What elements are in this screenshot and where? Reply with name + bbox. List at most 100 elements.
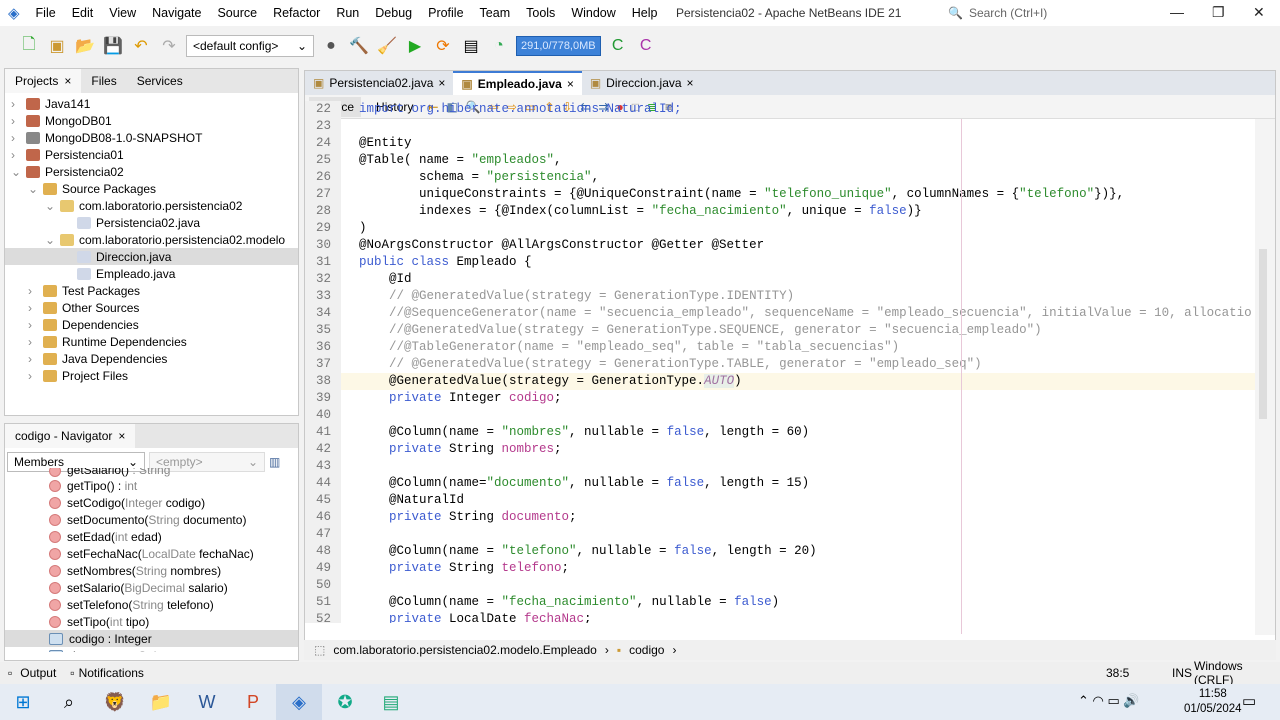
close-icon[interactable]: × [438,76,445,90]
netbeans-icon[interactable]: ◈ [276,684,322,720]
breadcrumb-field[interactable]: codigo [629,643,664,657]
editor-tab[interactable]: ▣ Empleado.java × [453,71,582,95]
expand-toggle-icon[interactable]: › [28,352,38,366]
code-line[interactable]: 44 @Column(name="documento", nullable = … [305,475,1255,492]
save-all-icon[interactable]: 💾 [102,35,124,57]
code-line[interactable]: 34 //@SequenceGenerator(name = "secuenci… [305,305,1255,322]
app-icon[interactable]: ✪ [322,684,368,720]
layout-icon[interactable]: ▥ [269,455,280,469]
code-line[interactable]: 24 @Entity [305,135,1255,152]
code-line[interactable]: 31 public class Empleado { [305,254,1255,271]
code-line[interactable]: 35 //@GeneratedValue(strategy = Generati… [305,322,1255,339]
tree-item[interactable]: ⌄ com.laboratorio.persistencia02 [5,197,298,214]
navigator-item[interactable]: setTelefono(String telefono) [5,596,298,613]
new-file-icon[interactable]: 🗋 [18,35,40,57]
menu-team[interactable]: Team [472,6,519,20]
expand-toggle-icon[interactable]: ⌄ [45,233,55,247]
navigator-item[interactable]: setFechaNac(LocalDate fechaNac) [5,545,298,562]
memory-indicator[interactable]: 291,0/778,0MB [516,36,601,56]
windows-start-icon[interactable]: ⊞ [0,684,46,720]
profiler-icon[interactable]: C [607,35,629,57]
test-icon[interactable]: ▤ [460,35,482,57]
code-line[interactable]: 22 import org.hibernate.annotations.Natur… [305,101,1255,118]
code-line[interactable]: 26 schema = "persistencia", [305,169,1255,186]
undo-icon[interactable]: ↶ [130,35,152,57]
brave-icon[interactable]: 🦁 [92,684,138,720]
code-line[interactable]: 41 @Column(name = "nombres", nullable = … [305,424,1255,441]
menu-refactor[interactable]: Refactor [265,6,328,20]
navigator-item[interactable]: documento : String [5,647,298,652]
code-line[interactable]: 43 [305,458,1255,475]
clean-build-icon[interactable]: 🧹 [376,35,398,57]
search-icon[interactable]: ⌕ [46,684,92,720]
navigator-item[interactable]: setNombres(String nombres) [5,562,298,579]
notepad-icon[interactable]: ▤ [368,684,414,720]
maximize-button[interactable]: ❐ [1212,4,1225,21]
tree-item[interactable]: Empleado.java [5,265,298,282]
code-line[interactable]: 38 @GeneratedValue(strategy = Generation… [305,373,1255,390]
menu-profile[interactable]: Profile [420,6,471,20]
notification-center-icon[interactable]: ▭ [1242,692,1256,710]
navigator-item[interactable]: setDocumento(String documento) [5,511,298,528]
expand-toggle-icon[interactable]: › [11,114,21,128]
tree-item[interactable]: ⌄ com.laboratorio.persistencia02.modelo [5,231,298,248]
code-line[interactable]: 48 @Column(name = "telefono", nullable =… [305,543,1255,560]
tree-item[interactable]: › Java141 [5,95,298,112]
code-line[interactable]: 39 private Integer codigo; [305,390,1255,407]
code-line[interactable]: 37 // @GeneratedValue(strategy = Generat… [305,356,1255,373]
menu-file[interactable]: File [28,6,64,20]
expand-toggle-icon[interactable]: › [11,97,21,111]
editor-tab[interactable]: ▣ Direccion.java × [582,71,702,95]
tree-item[interactable]: › Dependencies [5,316,298,333]
close-icon[interactable]: × [567,77,574,91]
code-line[interactable]: 40 [305,407,1255,424]
redo-icon[interactable]: ↷ [158,35,180,57]
tab-projects[interactable]: Projects × [5,69,82,93]
debug-icon[interactable]: ⟳ [432,35,454,57]
search-box[interactable]: 🔍 Search (Ctrl+I) [948,2,1153,23]
build-icon[interactable]: 🔨 [348,35,370,57]
navigator-item[interactable]: getTipo() : int [5,477,298,494]
code-line[interactable]: 50 [305,577,1255,594]
editor-tab[interactable]: ▣ Persistencia02.java × [305,71,453,95]
tree-item[interactable]: ⌄ Source Packages [5,180,298,197]
profile-icon[interactable]: ◔ [488,35,510,57]
code-line[interactable]: 51 @Column(name = "fecha_nacimiento", nu… [305,594,1255,611]
code-line[interactable]: 25 @Table( name = "empleados", [305,152,1255,169]
notifications-tab[interactable]: Notifications [79,666,144,680]
profiler-snapshot-icon[interactable]: C [635,35,657,57]
navigator-item[interactable]: setEdad(int edad) [5,528,298,545]
close-icon[interactable]: × [687,76,694,90]
clock[interactable]: 11:58 01/05/2024 [1184,687,1242,717]
code-line[interactable]: 49 private String telefono; [305,560,1255,577]
tree-item[interactable]: › Java Dependencies [5,350,298,367]
code-line[interactable]: 45 @NaturalId [305,492,1255,509]
tree-item[interactable]: › MongoDB01 [5,112,298,129]
expand-toggle-icon[interactable]: ⌄ [45,199,55,213]
tree-item[interactable]: Persistencia02.java [5,214,298,231]
code-line[interactable]: 28 indexes = {@Index(columnList = "fecha… [305,203,1255,220]
menu-tools[interactable]: Tools [518,6,563,20]
vertical-scrollbar[interactable] [1255,119,1275,635]
output-tab[interactable]: Output [20,666,56,680]
menu-help[interactable]: Help [624,6,666,20]
config-select[interactable]: <default config> ⌄ [186,35,314,57]
expand-toggle-icon[interactable]: ⌄ [11,165,21,179]
tree-item[interactable]: ⌄ Persistencia02 [5,163,298,180]
tree-item[interactable]: › Project Files [5,367,298,384]
expand-toggle-icon[interactable]: › [28,335,38,349]
tree-item[interactable]: Direccion.java [5,248,298,265]
expand-toggle-icon[interactable]: › [28,284,38,298]
tab-navigator[interactable]: codigo - Navigator × [5,424,136,448]
tree-item[interactable]: › Runtime Dependencies [5,333,298,350]
navigator-item[interactable]: setSalario(BigDecimal salario) [5,579,298,596]
code-area[interactable]: 22 import org.hibernate.annotations.Natur… [305,101,1255,623]
tree-item[interactable]: › Test Packages [5,282,298,299]
open-project-icon[interactable]: 📂 [74,35,96,57]
code-line[interactable]: 30 @NoArgsConstructor @AllArgsConstructor… [305,237,1255,254]
tree-item[interactable]: › Other Sources [5,299,298,316]
code-line[interactable]: 33 // @GeneratedValue(strategy = Generat… [305,288,1255,305]
file-explorer-icon[interactable]: 📁 [138,684,184,720]
expand-toggle-icon[interactable]: › [11,148,21,162]
code-line[interactable]: 27 uniqueConstraints = {@UniqueConstrain… [305,186,1255,203]
